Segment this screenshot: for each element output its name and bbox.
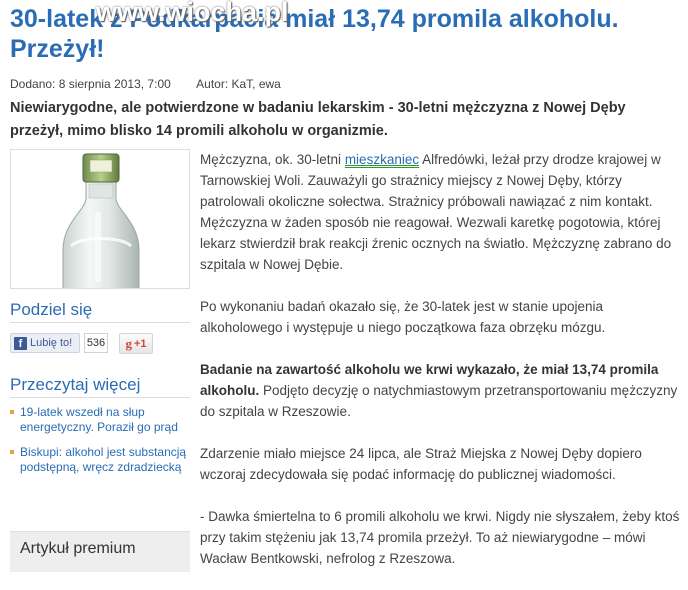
more-heading: Przeczytaj więcej	[10, 375, 141, 394]
gplus-icon: g	[125, 335, 132, 351]
premium-box[interactable]: Artykuł premium	[10, 531, 190, 572]
article-meta: Dodano: 8 sierpnia 2013, 7:00 Autor: KaT…	[10, 77, 281, 91]
bullet-icon	[10, 450, 14, 454]
list-item: Biskupi: alkohol jest substancją podstęp…	[10, 445, 195, 475]
article-body: Mężczyzna, ok. 30-letni mieszkaniec Alfr…	[200, 149, 680, 590]
paragraph: Mężczyzna, ok. 30-letni mieszkaniec Alfr…	[200, 149, 680, 275]
list-item: 19-latek wszedł na słup energetyczny. Po…	[10, 405, 195, 435]
related-link[interactable]: Biskupi: alkohol jest substancją podstęp…	[20, 445, 186, 474]
facebook-icon: f	[14, 336, 27, 350]
more-divider	[10, 397, 190, 398]
paragraph: Badanie na zawartość alkoholu we krwi wy…	[200, 359, 680, 422]
paragraph-text: Mężczyzna, ok. 30-letni	[200, 152, 345, 167]
bottle-photo	[62, 153, 140, 288]
paragraph-text: Podjęto decyzję o natychmiastowym przetr…	[200, 383, 678, 419]
paragraph: - Dawka śmiertelna to 6 promili alkoholu…	[200, 509, 680, 566]
paragraph-text: Alfredówki, leżał przy drodze krajowej w…	[200, 152, 672, 272]
gplus-label: +1	[133, 337, 147, 350]
facebook-like-label: Lubię to!	[30, 337, 73, 349]
keyword-link[interactable]: mieszkaniec	[345, 152, 419, 167]
related-link[interactable]: 19-latek wszedł na słup energetyczny. Po…	[20, 405, 178, 434]
article-author: Autor: KaT, ewa	[196, 77, 281, 91]
bullet-icon	[10, 410, 14, 414]
article-date: Dodano: 8 sierpnia 2013, 7:00	[10, 77, 171, 91]
premium-heading: Artykuł premium	[20, 540, 136, 557]
article-lead: Niewiarygodne, ale potwierdzone w badani…	[10, 100, 626, 139]
facebook-like-count: 536	[84, 333, 108, 353]
facebook-like-button[interactable]: f Lubię to!	[10, 333, 80, 353]
more-list: 19-latek wszedł na słup energetyczny. Po…	[10, 405, 195, 485]
share-heading: Podziel się	[10, 300, 93, 319]
paragraph: Zdarzenie miało miejsce 24 lipca, ale St…	[200, 446, 642, 482]
article-photo[interactable]	[10, 149, 190, 289]
share-divider	[10, 322, 190, 323]
watermark: www.wiocha.pl	[96, 0, 289, 27]
paragraph: Po wykonaniu badań okazało się, że 30-la…	[200, 299, 606, 335]
gplus-button[interactable]: g +1	[119, 333, 153, 354]
